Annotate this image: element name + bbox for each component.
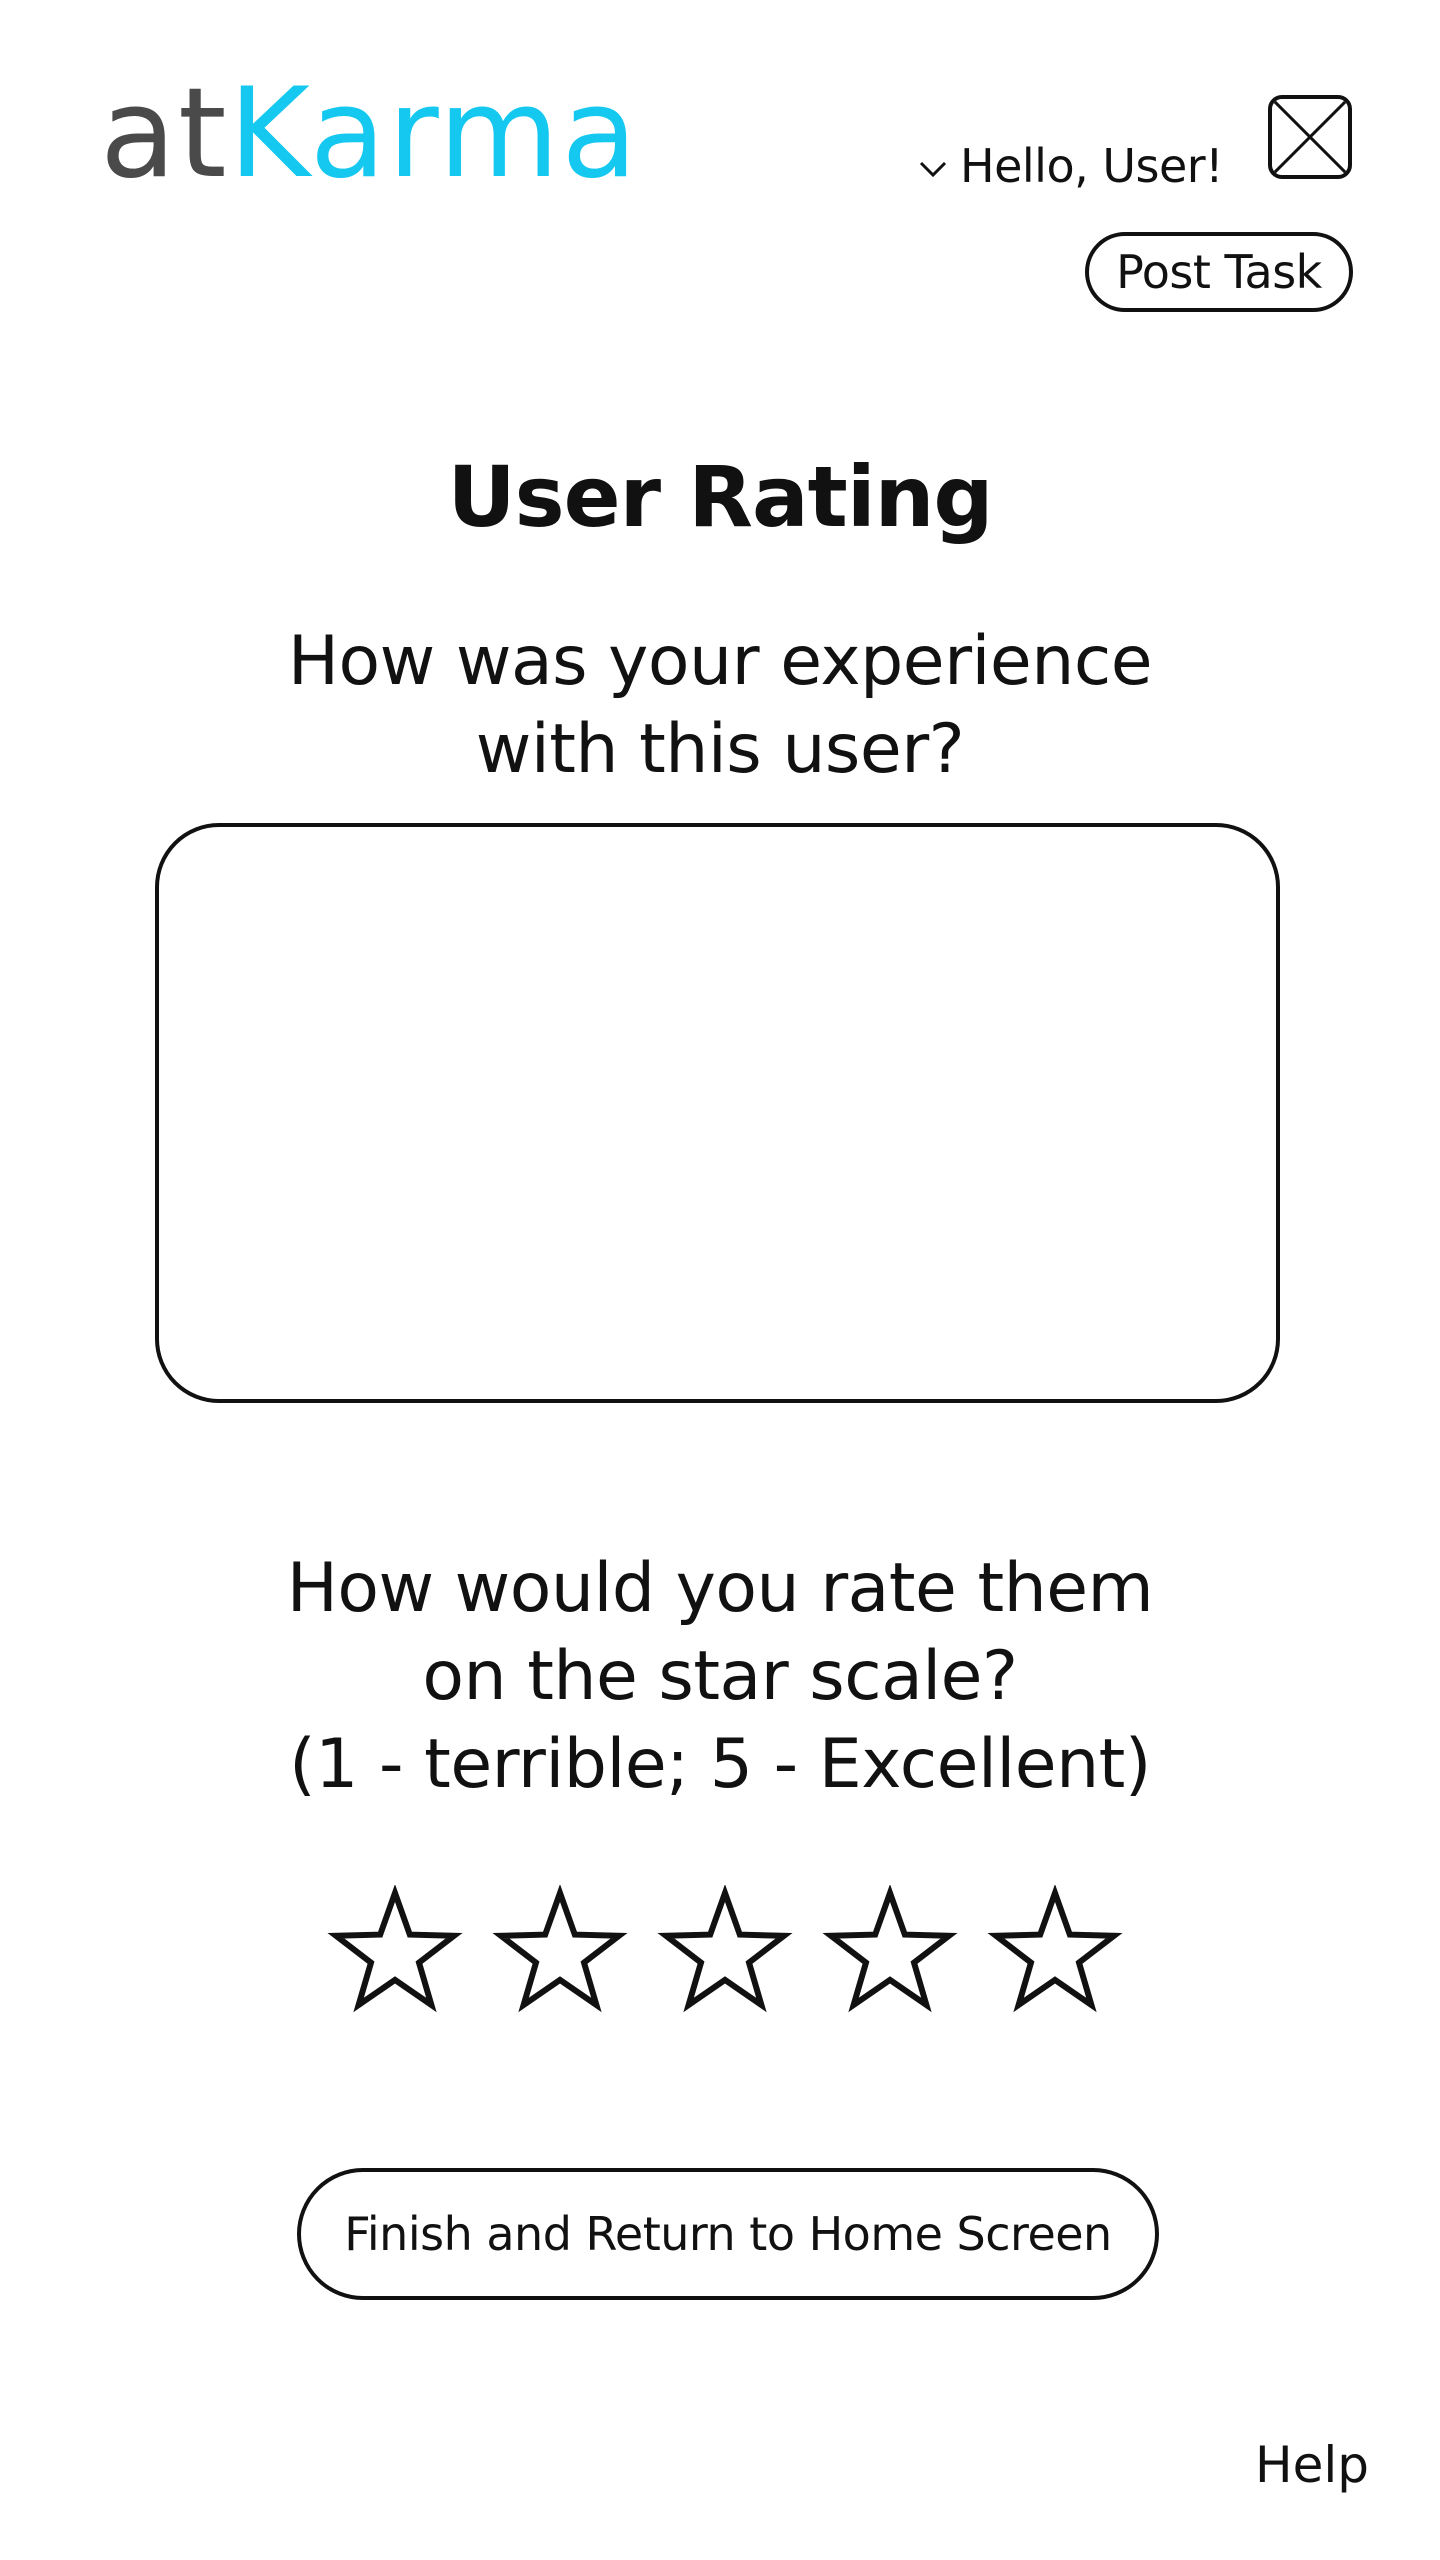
star-4-button[interactable] xyxy=(820,1885,960,2025)
star-outline-icon xyxy=(987,1885,1123,2013)
experience-question-line: with this user? xyxy=(475,710,965,789)
star-1-button[interactable] xyxy=(325,1885,465,2025)
post-task-button[interactable]: Post Task xyxy=(1085,232,1353,312)
star-rating xyxy=(325,1885,1125,2025)
star-outline-icon xyxy=(822,1885,958,2013)
star-question-line: How would you rate them xyxy=(286,1549,1154,1628)
star-3-button[interactable] xyxy=(655,1885,795,2025)
star-outline-icon xyxy=(327,1885,463,2013)
experience-question: How was your experience with this user? xyxy=(120,618,1320,794)
star-outline-icon xyxy=(657,1885,793,2013)
image-placeholder-icon xyxy=(1272,99,1348,175)
app-logo[interactable]: atKarma xyxy=(100,72,639,196)
star-rating-question: How would you rate them on the star scal… xyxy=(120,1545,1320,1809)
user-avatar[interactable] xyxy=(1268,95,1352,179)
star-5-button[interactable] xyxy=(985,1885,1125,2025)
experience-feedback-input[interactable] xyxy=(155,823,1280,1403)
star-question-line: on the star scale? xyxy=(422,1637,1018,1716)
user-menu-dropdown[interactable]: Hello, User! xyxy=(918,138,1224,194)
star-outline-icon xyxy=(492,1885,628,2013)
logo-text-karma: Karma xyxy=(228,62,640,206)
chevron-down-icon xyxy=(919,161,947,178)
logo-text-at: at xyxy=(100,62,229,206)
star-question-line: (1 - terrible; 5 - Excellent) xyxy=(289,1725,1151,1804)
finish-return-home-button[interactable]: Finish and Return to Home Screen xyxy=(297,2168,1159,2300)
user-greeting: Hello, User! xyxy=(960,139,1224,193)
experience-question-line: How was your experience xyxy=(287,622,1153,701)
help-link[interactable]: Help xyxy=(1255,2436,1369,2494)
page-title: User Rating xyxy=(447,448,993,547)
star-2-button[interactable] xyxy=(490,1885,630,2025)
